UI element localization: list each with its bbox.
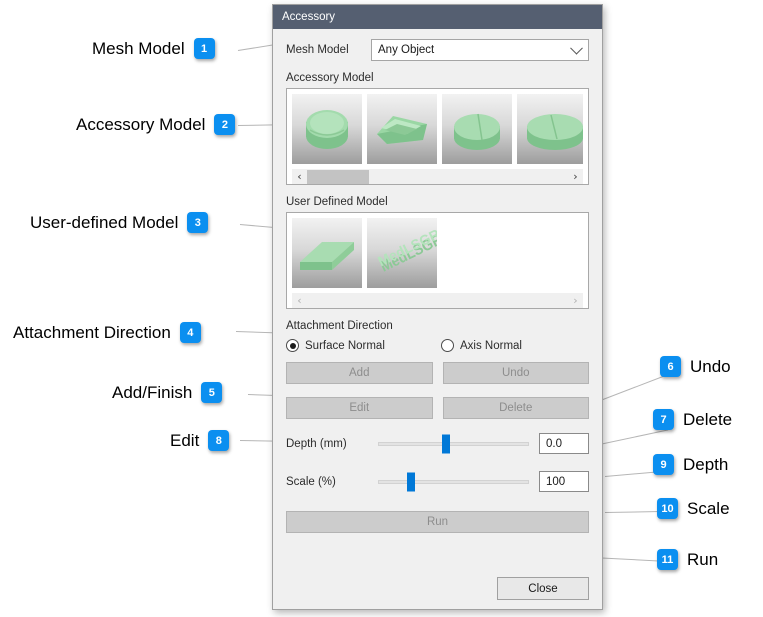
chevron-down-icon	[570, 41, 583, 55]
callout-badge: 2	[214, 114, 236, 135]
user-defined-model-label: User Defined Model	[286, 196, 388, 208]
callout-label: Edit	[170, 430, 200, 450]
accessory-thumb-bar-clip[interactable]	[367, 94, 437, 164]
accessory-thumb-oval-tab[interactable]	[517, 94, 583, 164]
accessory-model-gallery: ‹ ›	[286, 88, 589, 185]
callout-undo: 6 Undo	[660, 356, 731, 377]
scale-value-field[interactable]: 100	[539, 471, 589, 492]
user-model-thumb-flat-slab[interactable]	[292, 218, 362, 288]
callout-badge: 5	[201, 382, 223, 403]
accessory-dialog: Accessory Mesh Model Any Object Accessor…	[272, 4, 603, 610]
user-defined-model-thumbs: MedLSGRID MedLSGRID	[292, 218, 583, 288]
edit-button[interactable]: Edit	[286, 397, 433, 419]
dialog-title: Accessory	[282, 11, 336, 23]
mesh-model-select[interactable]: Any Object	[371, 39, 589, 61]
user-defined-model-gallery: MedLSGRID MedLSGRID ‹ ›	[286, 212, 589, 309]
radio-label: Surface Normal	[305, 339, 385, 352]
accessory-thumb-round-tab[interactable]	[442, 94, 512, 164]
radio-surface-normal[interactable]: Surface Normal	[286, 339, 441, 352]
scroll-left-icon: ‹	[297, 294, 302, 307]
depth-value-field[interactable]: 0.0	[539, 433, 589, 454]
scale-slider-row: Scale (%) 100	[286, 471, 589, 492]
slider-thumb[interactable]	[407, 472, 416, 491]
callout-badge: 1	[193, 38, 215, 59]
callout-label: Attachment Direction	[13, 322, 171, 342]
callout-edit: Edit 8	[170, 430, 230, 451]
mesh-model-label: Mesh Model	[286, 44, 349, 56]
callout-delete: 7 Delete	[653, 409, 732, 430]
edit-delete-button-row: Edit Delete	[286, 397, 589, 419]
accessory-model-thumbs	[292, 94, 583, 164]
callout-badge: 10	[657, 498, 678, 519]
callout-badge: 3	[187, 212, 209, 233]
scroll-right-icon[interactable]: ›	[568, 169, 583, 185]
depth-label: Depth (mm)	[286, 437, 347, 450]
mesh-model-value: Any Object	[378, 44, 435, 56]
dialog-footer: Close	[286, 577, 589, 600]
callout-label: Depth	[683, 454, 729, 474]
add-button[interactable]: Add	[286, 362, 433, 384]
scale-slider[interactable]	[378, 472, 529, 492]
user-model-thumb-text-label[interactable]: MedLSGRID MedLSGRID	[367, 218, 437, 288]
dialog-titlebar: Accessory	[273, 5, 602, 29]
undo-button[interactable]: Undo	[442, 362, 589, 384]
radio-dot-icon	[441, 339, 454, 352]
delete-button[interactable]: Delete	[442, 397, 589, 419]
callout-depth: 9 Depth	[653, 454, 728, 475]
scrollbar-thumb[interactable]	[307, 169, 369, 184]
callout-badge: 8	[208, 430, 230, 451]
radio-axis-normal[interactable]: Axis Normal	[441, 339, 522, 352]
scroll-right-icon: ›	[573, 294, 578, 307]
accessory-model-scrollbar[interactable]: ‹ ›	[292, 168, 583, 184]
accessory-model-label: Accessory Model	[286, 72, 374, 84]
attachment-direction-radio-group: Surface Normal Axis Normal	[286, 339, 589, 352]
slider-thumb[interactable]	[441, 434, 450, 453]
callout-label: Delete	[683, 409, 733, 429]
callout-user-defined-model: User-defined Model 3	[30, 212, 209, 233]
callout-accessory-model: Accessory Model 2	[76, 114, 236, 135]
callout-label: Mesh Model	[92, 38, 185, 58]
radio-label: Axis Normal	[460, 339, 522, 352]
attachment-direction-label: Attachment Direction	[286, 320, 393, 332]
depth-slider[interactable]	[378, 434, 529, 454]
scrollbar-track[interactable]	[307, 169, 568, 185]
slider-track	[378, 479, 529, 484]
callout-badge: 11	[657, 549, 678, 570]
callout-label: Add/Finish	[112, 382, 193, 402]
callout-badge: 9	[653, 454, 674, 475]
depth-slider-row: Depth (mm) 0.0	[286, 433, 589, 454]
callout-label: Undo	[690, 356, 731, 376]
radio-dot-icon	[286, 339, 299, 352]
scale-label: Scale (%)	[286, 475, 336, 488]
callout-label: Run	[687, 549, 719, 569]
add-undo-button-row: Add Undo	[286, 362, 589, 384]
scrollbar-track	[307, 293, 568, 309]
callout-label: User-defined Model	[30, 212, 179, 232]
callout-attachment-direction: Attachment Direction 4	[13, 322, 201, 343]
callout-label: Scale	[687, 498, 730, 518]
slider-track	[378, 441, 529, 446]
close-button[interactable]: Close	[497, 577, 589, 600]
mesh-model-row: Mesh Model Any Object	[286, 39, 589, 61]
callout-mesh-model: Mesh Model 1	[92, 38, 215, 59]
callout-scale: 10 Scale	[657, 498, 730, 519]
callout-badge: 7	[653, 409, 674, 430]
callout-label: Accessory Model	[76, 114, 206, 134]
callout-run: 11 Run	[657, 549, 718, 570]
dialog-body: Mesh Model Any Object Accessory Model ‹ …	[273, 29, 602, 609]
callout-badge: 4	[179, 322, 201, 343]
accessory-thumb-round-cap[interactable]	[292, 94, 362, 164]
callout-badge: 6	[660, 356, 681, 377]
user-defined-model-scrollbar[interactable]: ‹ ›	[292, 292, 583, 308]
scroll-left-icon[interactable]: ‹	[292, 169, 307, 185]
callout-add-finish: Add/Finish 5	[112, 382, 223, 403]
run-button[interactable]: Run	[286, 511, 589, 533]
